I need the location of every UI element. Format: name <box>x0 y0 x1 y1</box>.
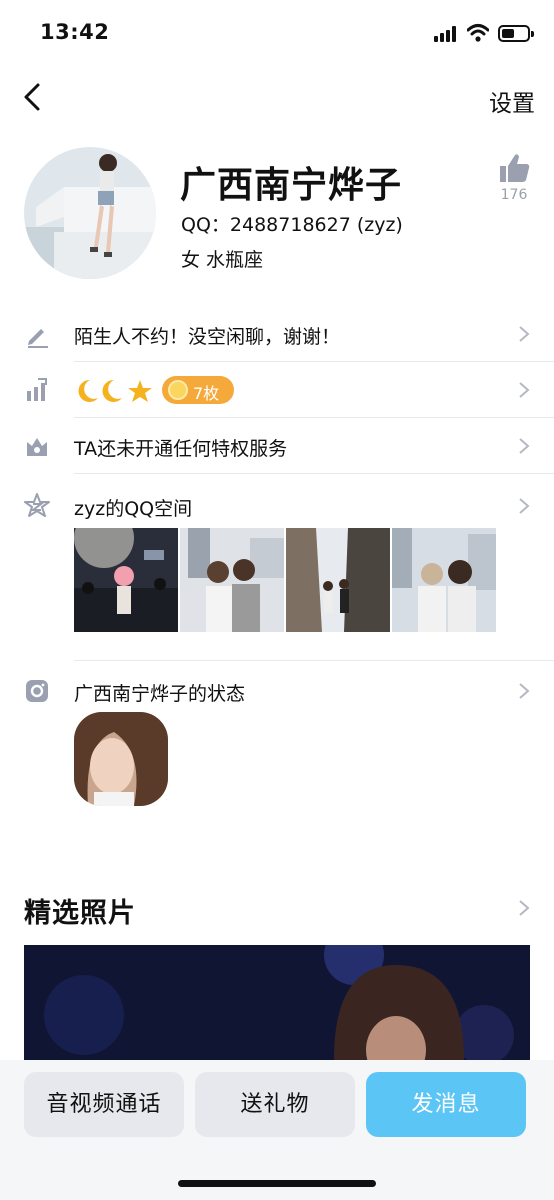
chevron-right-icon <box>519 326 530 342</box>
privilege-text: TA还未开通任何特权服务 <box>74 438 288 460</box>
send-message-button[interactable]: 发消息 <box>366 1072 526 1137</box>
medal-icon <box>168 380 188 400</box>
qzone-row[interactable]: zyz的QQ空间 <box>0 478 554 534</box>
featured-photos-title: 精选照片 <box>24 898 136 929</box>
qzone-photo-3[interactable] <box>286 528 390 632</box>
featured-photo[interactable] <box>24 945 530 1060</box>
settings-button[interactable]: 设置 <box>489 84 535 118</box>
video-call-button[interactable]: 音视频通话 <box>24 1072 184 1137</box>
wifi-icon <box>467 24 489 42</box>
privilege-row[interactable]: TA还未开通任何特权服务 <box>0 418 554 474</box>
battery-icon <box>498 25 534 42</box>
gender-constellation: 女 水瓶座 <box>181 249 264 271</box>
camera-icon <box>26 680 48 702</box>
divider <box>74 473 554 474</box>
chevron-right-icon <box>519 498 530 514</box>
status-time: 13:42 <box>40 20 110 44</box>
profile-name: 广西南宁烨子 <box>180 165 403 206</box>
qzone-photo-4[interactable] <box>392 528 496 632</box>
level-row[interactable] <box>0 362 554 418</box>
chevron-right-icon[interactable] <box>518 899 530 917</box>
qzone-star-icon <box>24 493 50 517</box>
level-chart-icon <box>27 378 47 401</box>
send-gift-button[interactable]: 送礼物 <box>195 1072 355 1137</box>
status-photo[interactable] <box>74 712 168 806</box>
moon-star-level-icon <box>78 379 152 402</box>
profile-avatar[interactable] <box>24 147 156 279</box>
chevron-right-icon <box>519 438 530 454</box>
chevron-right-icon <box>519 683 530 699</box>
status-text: 广西南宁烨子的状态 <box>74 683 246 705</box>
home-indicator[interactable] <box>178 1180 376 1187</box>
medal-count: 7枚 <box>193 384 220 403</box>
chevron-right-icon <box>519 382 530 398</box>
qzone-photo-1[interactable] <box>74 528 178 632</box>
signature-row[interactable]: 陌生人不约！没空闲聊，谢谢！ <box>0 306 554 362</box>
qzone-photo-2[interactable] <box>180 528 284 632</box>
bottom-action-bar: 音视频通话 送礼物 发消息 <box>0 1060 554 1200</box>
status-row[interactable]: 广西南宁烨子的状态 <box>0 663 554 719</box>
qq-number: QQ：2488718627 (zyz) <box>181 214 403 236</box>
cellular-signal-icon <box>434 26 460 42</box>
divider <box>74 660 554 661</box>
like-count: 176 <box>500 187 528 203</box>
pencil-icon <box>28 329 48 348</box>
crown-icon <box>27 438 47 456</box>
qzone-text: zyz的QQ空间 <box>74 498 193 520</box>
thumbs-up-icon[interactable] <box>496 152 532 184</box>
status-bar: 13:42 <box>0 0 554 68</box>
back-arrow-icon[interactable] <box>18 80 50 114</box>
medal-badge: 7枚 <box>162 376 234 404</box>
signature-text: 陌生人不约！没空闲聊，谢谢！ <box>74 326 341 348</box>
